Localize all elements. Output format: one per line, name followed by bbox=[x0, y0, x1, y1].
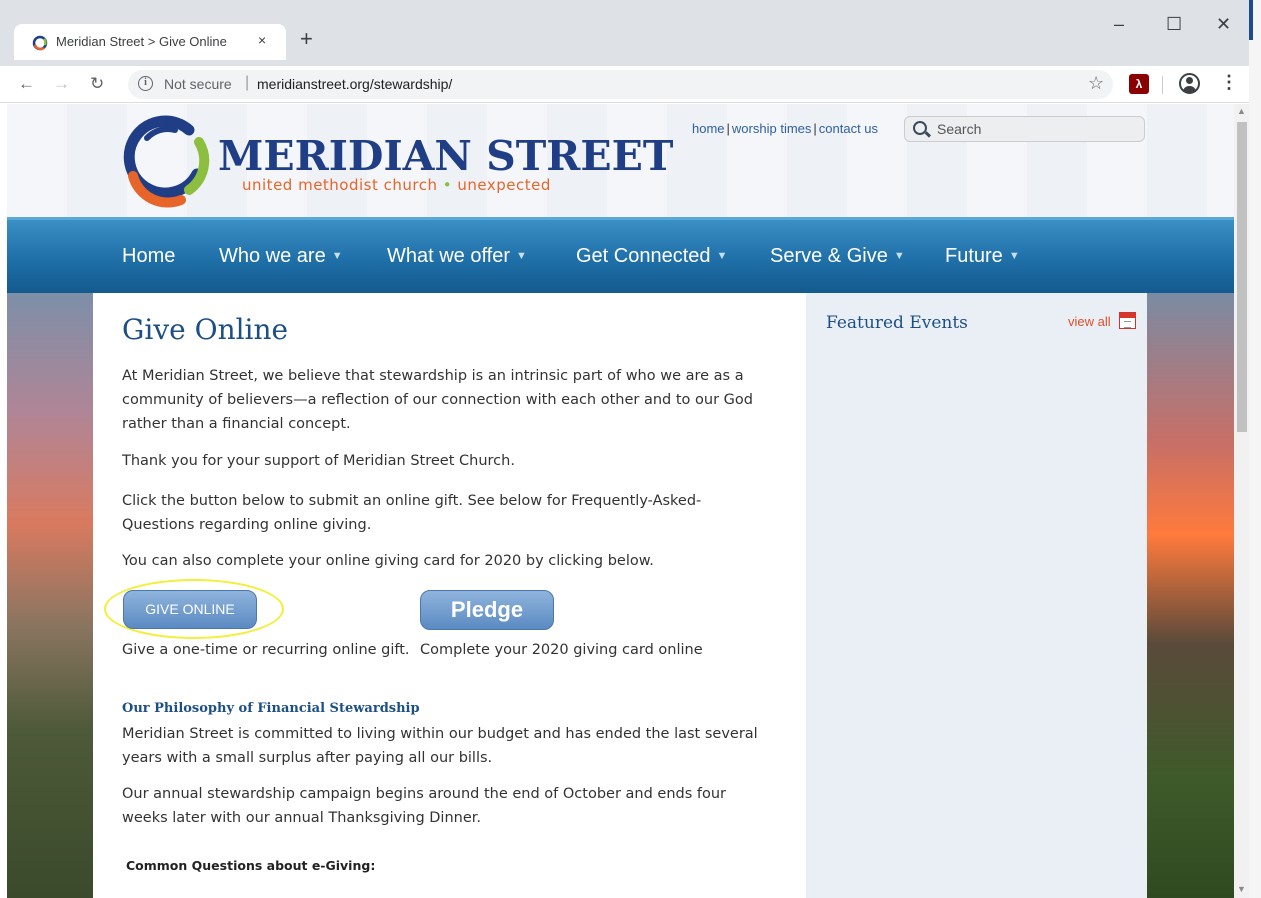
url-separator: | bbox=[245, 74, 250, 91]
search-input[interactable] bbox=[935, 119, 1135, 139]
new-tab-button[interactable]: + bbox=[300, 26, 313, 52]
view-all-link[interactable]: view all bbox=[1068, 314, 1111, 329]
featured-events-title: Featured Events bbox=[826, 313, 968, 333]
nav-future-label: Future bbox=[945, 245, 1003, 267]
nav-what-we-offer-label: What we offer bbox=[387, 245, 511, 267]
logo-mark-icon[interactable] bbox=[119, 112, 211, 208]
featured-events-sidebar: Featured Events view all bbox=[806, 293, 1147, 898]
give-online-button[interactable]: GIVE ONLINE bbox=[123, 590, 257, 629]
scroll-down-icon[interactable]: ▼ bbox=[1237, 884, 1246, 894]
toolbar-separator bbox=[1162, 76, 1163, 94]
tagline-dot: • bbox=[442, 176, 453, 194]
pledge-button[interactable]: Pledge bbox=[420, 590, 554, 630]
util-link-worship-times[interactable]: worship times bbox=[732, 121, 811, 136]
nav-who-we-are[interactable]: Who we are ▼ bbox=[219, 245, 343, 268]
tagline-part1: united methodist church bbox=[242, 176, 438, 194]
page-scrollbar[interactable]: ▲ ▼ bbox=[1234, 104, 1249, 898]
nav-get-connected[interactable]: Get Connected ▼ bbox=[576, 245, 727, 268]
security-label[interactable]: Not secure bbox=[164, 76, 232, 92]
nav-who-we-are-label: Who we are bbox=[219, 245, 326, 267]
address-bar[interactable]: i Not secure | meridianstreet.org/stewar… bbox=[128, 70, 1113, 99]
star-icon[interactable]: ☆ bbox=[1088, 73, 1104, 94]
close-window-button[interactable]: ✕ bbox=[1216, 14, 1231, 35]
scroll-thumb[interactable] bbox=[1237, 122, 1247, 432]
utility-links: home | worship times | contact us bbox=[692, 121, 879, 136]
chevron-down-icon: ▼ bbox=[893, 250, 905, 262]
thanks-paragraph: Thank you for your support of Meridian S… bbox=[122, 453, 515, 469]
back-icon[interactable]: ← bbox=[18, 74, 35, 94]
tab-close-icon[interactable]: × bbox=[258, 32, 266, 48]
nav-what-we-offer[interactable]: What we offer ▼ bbox=[387, 245, 527, 268]
window-edge bbox=[1249, 0, 1261, 898]
info-icon[interactable]: i bbox=[138, 76, 153, 91]
page-viewport: MERIDIAN STREET united methodist church … bbox=[7, 104, 1234, 898]
scroll-up-icon[interactable]: ▲ bbox=[1237, 106, 1246, 116]
util-link-home[interactable]: home bbox=[692, 121, 725, 136]
chevron-down-icon: ▼ bbox=[516, 250, 527, 262]
giving-card-paragraph: You can also complete your online giving… bbox=[122, 553, 654, 569]
nav-home-label: Home bbox=[122, 245, 176, 267]
chevron-down-icon: ▼ bbox=[331, 250, 343, 262]
util-link-contact-us[interactable]: contact us bbox=[819, 121, 878, 136]
chevron-down-icon: ▼ bbox=[716, 250, 728, 262]
chevron-down-icon: ▼ bbox=[1008, 250, 1020, 262]
minimize-button[interactable]: – bbox=[1114, 14, 1124, 35]
give-caption: Give a one-time or recurring online gift… bbox=[122, 642, 410, 658]
site-tagline: united methodist church • unexpected bbox=[242, 176, 551, 194]
search-box[interactable] bbox=[904, 116, 1145, 142]
tab-strip: Meridian Street > Give Online × + – ☐ ✕ bbox=[0, 0, 1261, 66]
nav-future[interactable]: Future ▼ bbox=[945, 245, 1020, 268]
main-nav: Home Who we are ▼ What we offer ▼ Get Conn… bbox=[7, 217, 1234, 293]
budget-paragraph: Meridian Street is committed to living w… bbox=[122, 726, 758, 766]
philosophy-heading: Our Philosophy of Financial Stewardship bbox=[122, 701, 420, 716]
nav-home[interactable]: Home bbox=[122, 245, 175, 268]
tagline-part2: unexpected bbox=[457, 176, 551, 194]
pledge-caption: Complete your 2020 giving card online bbox=[420, 642, 703, 658]
campaign-paragraph: Our annual stewardship campaign begins a… bbox=[122, 786, 727, 826]
intro-paragraph: At Meridian Street, we believe that stew… bbox=[122, 368, 753, 432]
tab-title: Meridian Street > Give Online bbox=[56, 34, 227, 49]
calendar-icon[interactable] bbox=[1119, 312, 1136, 329]
instructions-paragraph: Click the button below to submit an onli… bbox=[122, 493, 702, 533]
questions-heading: Common Questions about e-Giving: bbox=[126, 858, 376, 873]
nav-serve-give[interactable]: Serve & Give ▼ bbox=[770, 245, 905, 268]
site-logo-name[interactable]: MERIDIAN STREET bbox=[218, 132, 673, 180]
background-photo-right bbox=[1147, 293, 1234, 898]
browser-toolbar: ← → ↻ i Not secure | meridianstreet.org/… bbox=[0, 66, 1249, 103]
maximize-button[interactable]: ☐ bbox=[1166, 14, 1182, 35]
search-icon[interactable] bbox=[913, 121, 927, 135]
nav-serve-give-label: Serve & Give bbox=[770, 245, 888, 267]
pdf-extension-icon[interactable]: λ bbox=[1129, 74, 1149, 94]
forward-icon[interactable]: → bbox=[53, 74, 70, 94]
menu-icon[interactable]: ⋮ bbox=[1220, 72, 1238, 93]
site-favicon-icon bbox=[32, 35, 48, 51]
nav-get-connected-label: Get Connected bbox=[576, 245, 711, 267]
url-text[interactable]: meridianstreet.org/stewardship/ bbox=[257, 76, 452, 92]
main-content: Give Online At Meridian Street, we belie… bbox=[93, 293, 806, 898]
account-icon[interactable] bbox=[1179, 73, 1200, 94]
page-title: Give Online bbox=[122, 313, 289, 346]
site-header: MERIDIAN STREET united methodist church … bbox=[7, 104, 1234, 217]
active-tab[interactable]: Meridian Street > Give Online × bbox=[14, 24, 286, 60]
reload-icon[interactable]: ↻ bbox=[90, 74, 104, 94]
